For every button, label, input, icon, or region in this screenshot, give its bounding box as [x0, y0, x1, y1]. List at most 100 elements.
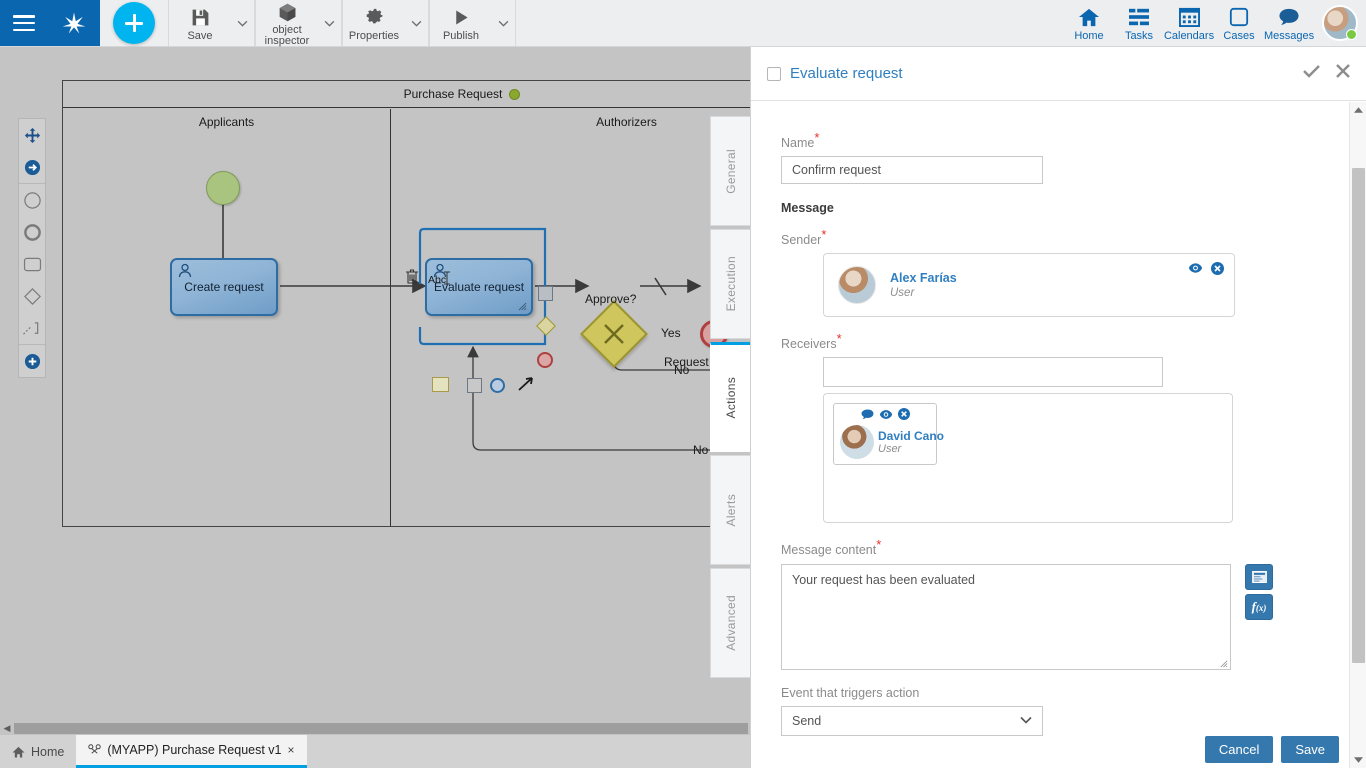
hamburger-icon[interactable]: [12, 15, 35, 31]
properties-button[interactable]: Properties: [343, 0, 405, 46]
sender-label-text: Sender: [781, 233, 822, 248]
sender-name: Alex Farías: [890, 271, 957, 286]
nav-home[interactable]: Home: [1064, 0, 1114, 46]
remove-icon[interactable]: [1211, 262, 1224, 278]
calendar-icon: [1178, 5, 1200, 27]
nav-tasks[interactable]: Tasks: [1114, 0, 1164, 46]
tab-alerts[interactable]: Alerts: [710, 455, 750, 565]
move-tool-icon[interactable]: [19, 119, 45, 151]
end-event-icon[interactable]: [19, 216, 45, 248]
gateway-approve-label: Approve?: [585, 292, 637, 306]
name-input[interactable]: Confirm request: [781, 156, 1043, 185]
publish-button[interactable]: Publish: [430, 0, 492, 46]
scroll-down-arrow[interactable]: [1350, 752, 1366, 768]
receivers-list[interactable]: David Cano User: [823, 393, 1233, 524]
taskbar-tab-label: (MYAPP) Purchase Request v1: [107, 743, 282, 757]
resize-handle-icon[interactable]: [518, 302, 527, 311]
palette-group-add: [19, 345, 45, 377]
receiver-chip-actions: [840, 408, 930, 423]
function-fx-icon[interactable]: f(x): [1245, 593, 1273, 620]
play-icon: [451, 7, 472, 29]
selection-handle-data[interactable]: [432, 377, 449, 392]
message-content-textarea[interactable]: Your request has been evaluated: [781, 563, 1231, 670]
save-button[interactable]: Save: [169, 0, 231, 46]
selection-handle-subprocess[interactable]: [467, 378, 482, 393]
toolbar-group-properties: Properties: [342, 0, 429, 46]
selection-handle-flow-icon[interactable]: [516, 373, 536, 393]
chevron-down-icon: [498, 20, 509, 27]
plus-icon[interactable]: [113, 2, 155, 44]
tab-actions-label: Actions: [723, 377, 738, 419]
eye-icon[interactable]: [1188, 262, 1203, 278]
scroll-left-arrow[interactable]: ◀: [0, 723, 14, 734]
selection-handle-task[interactable]: [538, 286, 553, 301]
publish-dropdown-caret[interactable]: [492, 0, 516, 46]
save-dropdown-caret[interactable]: [231, 0, 255, 46]
form-template-icon[interactable]: [1245, 563, 1273, 590]
process-icon: [88, 744, 102, 754]
status-badge: [1346, 29, 1357, 40]
checkbox-unchecked-icon[interactable]: [767, 66, 781, 81]
gateway-icon[interactable]: [19, 280, 45, 312]
taskbar-tab-purchase-request[interactable]: (MYAPP) Purchase Request v1 ×: [76, 735, 307, 768]
properties-panel: Evaluate request Name* Confirm request M…: [750, 47, 1366, 768]
receiver-chip[interactable]: David Cano User: [833, 403, 944, 466]
cancel-button[interactable]: Cancel: [1204, 735, 1274, 763]
sequence-flow-icon[interactable]: [19, 312, 45, 344]
resize-handle-icon[interactable]: [1219, 659, 1228, 668]
receiver-name: David Cano: [878, 429, 945, 444]
start-event-icon[interactable]: [19, 184, 45, 216]
avatar[interactable]: [1322, 5, 1358, 41]
scrollbar-thumb[interactable]: [1352, 168, 1365, 663]
delete-icon[interactable]: [405, 269, 419, 285]
object-inspector-dropdown-caret[interactable]: [318, 0, 342, 46]
close-icon[interactable]: [1336, 64, 1350, 83]
check-icon[interactable]: [1303, 64, 1320, 83]
comment-icon[interactable]: [861, 408, 874, 423]
tab-execution[interactable]: Execution: [710, 229, 750, 339]
message-content-field-label: Message content*: [781, 537, 1321, 557]
gateway-approve[interactable]: [580, 300, 648, 368]
event-trigger-select[interactable]: Send: [781, 705, 1043, 736]
canvas-horizontal-scrollbar[interactable]: ◀: [0, 721, 750, 735]
task-create-request[interactable]: Create request: [170, 258, 278, 316]
sender-card[interactable]: Alex Farías User: [823, 253, 1235, 318]
pool-status-dot: [509, 88, 521, 100]
sender-card-actions: [1188, 262, 1224, 278]
nav-tasks-label: Tasks: [1124, 29, 1154, 42]
task-icon[interactable]: [19, 248, 45, 280]
close-icon[interactable]: ×: [288, 743, 295, 757]
bonita-logo-icon[interactable]: [60, 9, 88, 37]
eye-icon[interactable]: [879, 408, 893, 423]
event-trigger-field-label: Event that triggers action: [781, 685, 920, 700]
selection-handle-end-event[interactable]: [537, 352, 553, 368]
scroll-up-arrow[interactable]: [1350, 102, 1366, 118]
task-evaluate-request[interactable]: Evaluate request: [425, 258, 533, 316]
nav-messages[interactable]: Messages: [1264, 0, 1314, 46]
avatar: [840, 425, 874, 460]
palette-group-tools: [19, 119, 45, 184]
add-element-icon[interactable]: [19, 345, 45, 377]
element-palette[interactable]: [18, 118, 46, 378]
tab-actions[interactable]: Actions: [710, 342, 750, 452]
taskbar-home[interactable]: Home: [0, 735, 76, 768]
receivers-input[interactable]: [823, 357, 1163, 388]
selection-handle-intermediate-event[interactable]: [490, 378, 505, 393]
nav-calendars[interactable]: Calendars: [1164, 0, 1214, 46]
properties-dropdown-caret[interactable]: [405, 0, 429, 46]
home-icon: [12, 746, 25, 758]
save-button[interactable]: Save: [1281, 735, 1339, 763]
start-event[interactable]: [206, 171, 240, 205]
hscrollbar-thumb[interactable]: [14, 722, 748, 734]
receivers-label-text: Receivers: [781, 337, 837, 352]
remove-icon[interactable]: [897, 408, 910, 423]
tab-general[interactable]: General: [710, 116, 750, 226]
chevron-down-icon: [324, 20, 335, 27]
message-icon: [1278, 5, 1300, 27]
panel-scrollbar[interactable]: [1349, 102, 1366, 768]
taskbar-home-label: Home: [31, 744, 65, 759]
tab-advanced[interactable]: Advanced: [710, 568, 750, 678]
object-inspector-button[interactable]: object inspector: [256, 0, 318, 46]
nav-cases[interactable]: Cases: [1214, 0, 1264, 46]
connector-arrow-icon[interactable]: [19, 151, 45, 183]
